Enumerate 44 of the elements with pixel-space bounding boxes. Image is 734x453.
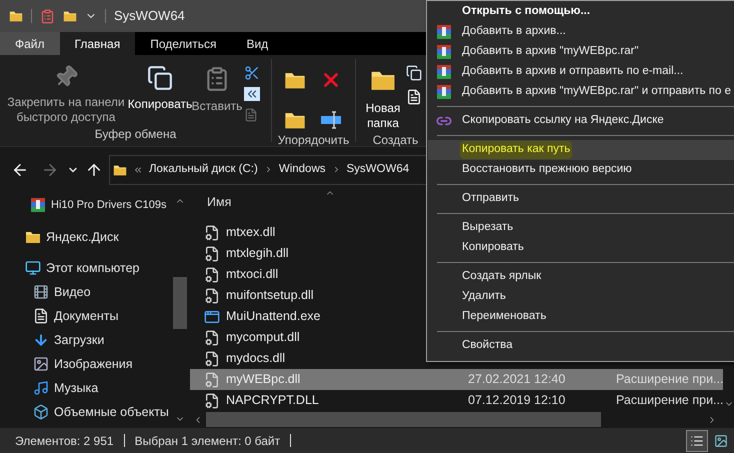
menu-item-label: Добавить в архив "myWEBpc.rar" (462, 44, 639, 60)
menu-item-label: Копировать как путь (460, 141, 572, 159)
sidebar-item-label: Яндекс.Диск (46, 228, 119, 246)
file-date: 27.02.2021 12:40 (468, 371, 566, 388)
sidebar-item-label: Этот компьютер (46, 260, 140, 277)
menu-item-label: Свойства (462, 338, 512, 354)
file-name: mycomput.dll (226, 329, 300, 346)
file-name: mtxex.dll (226, 224, 276, 242)
sidebar-item-label: Изображения (54, 356, 133, 373)
menu-item-label: Переименовать (462, 309, 546, 324)
file-name: mydocs.dll (226, 350, 286, 368)
sidebar-item-label: Видео (54, 284, 91, 301)
menu-item-label: Скопировать ссылку на Яндекс.Диске (462, 113, 664, 128)
sidebar-item-label: Музыка (54, 380, 98, 397)
file-type: Расширение при... (616, 371, 724, 388)
window-title: SysWOW64 (114, 7, 185, 26)
status-text: Элементов: 2 951 (15, 432, 114, 450)
file-name: NAPCRYPT.DLL (226, 392, 319, 410)
file-name: MuiUnattend.exe (226, 308, 321, 326)
file-date: 07.12.2019 12:10 (468, 392, 566, 410)
sidebar-item-label: Документы (54, 308, 118, 325)
sidebar-item-label: Hi10 Pro Drivers C109s (51, 198, 167, 213)
menu-item-label: Добавить в архив... (462, 24, 566, 40)
menu-item-label: Добавить в архив "myWEBpc.rar" и отправить по e (462, 84, 731, 100)
file-type: Расширение при... (616, 392, 724, 410)
file-name: muifontsetup.dll (226, 287, 314, 304)
menu-item-label: Отправить (462, 191, 520, 206)
column-label: Имя (207, 194, 232, 212)
ribbon-group-label: Упорядочить (276, 132, 350, 149)
sidebar-item-label: Объемные объекты (54, 404, 169, 421)
status-text: Выбран 1 элемент: 0 байт (134, 432, 280, 450)
sidebar-item-label: Загрузки (54, 332, 104, 349)
menu-item-label: Создать ярлык (462, 269, 542, 284)
file-name: mtxoci.dll (226, 266, 278, 284)
ribbon-group-label: Буфер обмена (94, 126, 178, 143)
menu-item-label: Копировать (462, 240, 524, 256)
file-name: myWEBpc.dll (226, 371, 300, 388)
menu-item-label: Вырезать (462, 220, 514, 236)
ribbon-group-label: Создать (372, 132, 420, 149)
menu-item-label: Добавить в архив и отправить по e-mail... (462, 64, 684, 80)
menu-item-label: Восстановить прежнюю версию (462, 162, 632, 178)
file-name: mtxlegih.dll (226, 245, 289, 262)
menu-item-label: Открыть с помощью... (462, 4, 590, 20)
menu-item-label: Удалить (462, 289, 506, 304)
